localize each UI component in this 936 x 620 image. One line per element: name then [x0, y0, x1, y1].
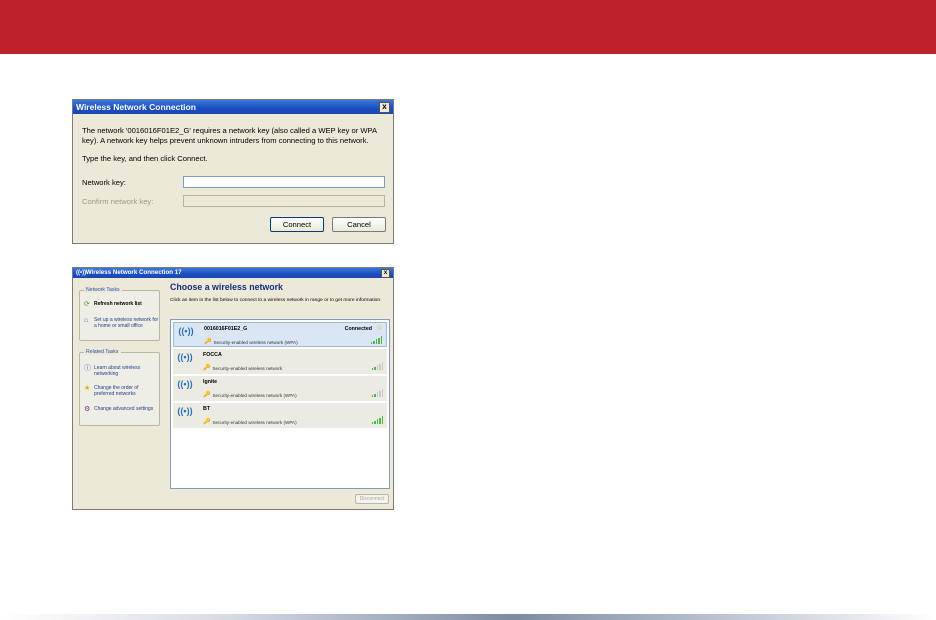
top-banner — [0, 0, 936, 54]
network-key-dialog-titlebar: Wireless Network Connection x — [73, 100, 393, 114]
task-label: Change the order of preferred networks — [94, 385, 139, 397]
cancel-button[interactable]: Cancel — [332, 217, 386, 232]
confirm-key-label: Confirm network key: — [82, 197, 154, 206]
star-icon: ☆ — [375, 323, 383, 332]
network-item[interactable]: ((•)) BT 🔑 Security-enabled wireless netw… — [173, 403, 387, 428]
security-label: Security-enabled wireless network — [212, 365, 283, 371]
task-label: Refresh network list — [94, 301, 142, 307]
security-info: 🔑 Security-enabled wireless network (WPA) — [203, 392, 297, 398]
related-tasks-pane: Related Tasks ⓘ Learn about wireless net… — [79, 349, 160, 426]
connect-button[interactable]: Connect — [270, 217, 324, 232]
signal-strength — [371, 416, 383, 424]
network-name: BT — [203, 406, 211, 412]
wireless-antenna-icon: ((•)) — [177, 379, 193, 389]
wireless-antenna-icon: ((•)) — [177, 406, 193, 416]
connection-status: Connected — [344, 326, 372, 332]
bottom-rule — [0, 614, 936, 620]
close-icon[interactable]: x — [381, 269, 390, 278]
main-panel: Choose a wireless network Click an item … — [170, 282, 390, 304]
close-icon[interactable]: x — [379, 102, 390, 113]
wireless-antenna-icon: ((•)) — [177, 352, 193, 362]
task-setup-wireless-network[interactable]: ⌂ Set up a wireless network for a home o… — [84, 317, 160, 329]
task-label: Set up a wireless network for a home or … — [94, 317, 159, 329]
refresh-icon: ⟳ — [84, 301, 90, 308]
task-change-order[interactable]: ★ Change the order of preferred networks — [84, 385, 160, 397]
intro-text: Click an item in the list below to conne… — [170, 298, 382, 303]
wireless-network-dialog-title: Wireless Network Connection 17 — [85, 269, 182, 276]
network-item[interactable]: ((•)) FOCCA 🔑 Security-enabled wireless n… — [173, 349, 387, 374]
signal-strength — [371, 362, 383, 370]
network-list[interactable]: ((•)) 0016016F01E2_G Connected ☆ 🔑 Securi… — [170, 319, 390, 489]
wireless-icon: ((•)) — [76, 270, 87, 276]
settings-icon: ⚙ — [84, 406, 91, 413]
network-item[interactable]: ((•)) 0016016F01E2_G Connected ☆ 🔑 Securi… — [173, 322, 387, 347]
star-icon: ★ — [84, 385, 91, 392]
setup-network-icon: ⌂ — [84, 317, 89, 324]
security-label: Security-enabled wireless network (WPA) — [212, 419, 297, 425]
network-key-instruction: Type the key, and then click Connect. — [82, 154, 208, 163]
security-info: 🔑 Security-enabled wireless network (WPA) — [204, 339, 298, 345]
security-info: 🔑 Security-enabled wireless network — [203, 365, 282, 371]
network-item[interactable]: ((•)) Ignite 🔑 Security-enabled wireless … — [173, 376, 387, 401]
disconnect-button[interactable]: Disconnect — [355, 494, 389, 504]
network-tasks-pane: Network Tasks ⟳ Refresh network list ⌂ S… — [79, 287, 160, 341]
confirm-key-input[interactable] — [183, 195, 385, 207]
wireless-antenna-icon: ((•)) — [178, 326, 194, 336]
lock-icon: 🔑 — [204, 339, 212, 345]
network-key-input[interactable] — [183, 176, 385, 188]
network-name: Ignite — [203, 379, 218, 385]
network-key-message: The network '0016016F01E2_G' requires a … — [82, 126, 377, 145]
security-label: Security-enabled wireless network (WPA) — [213, 339, 298, 345]
related-tasks-title: Related Tasks — [84, 349, 121, 355]
info-icon: ⓘ — [84, 365, 91, 372]
wireless-network-dialog: ((•)) Wireless Network Connection 17 x N… — [72, 267, 394, 510]
security-info: 🔑 Security-enabled wireless network (WPA) — [203, 419, 297, 425]
page-title: Choose a wireless network — [170, 282, 283, 292]
task-label: Change advanced settings — [94, 406, 154, 412]
task-refresh-network-list[interactable]: ⟳ Refresh network list — [84, 301, 142, 308]
signal-strength — [370, 336, 382, 344]
network-key-dialog-title: Wireless Network Connection — [76, 102, 196, 112]
network-tasks-title: Network Tasks — [84, 287, 122, 293]
task-learn-wireless[interactable]: ⓘ Learn about wireless networking — [84, 365, 160, 377]
network-name: 0016016F01E2_G — [204, 326, 248, 332]
network-name: FOCCA — [203, 352, 222, 358]
signal-strength — [371, 389, 383, 397]
security-label: Security-enabled wireless network (WPA) — [212, 392, 297, 398]
task-advanced-settings[interactable]: ⚙ Change advanced settings — [84, 406, 160, 413]
network-key-dialog: Wireless Network Connection x The networ… — [72, 99, 394, 244]
network-key-label: Network key: — [82, 178, 126, 187]
lock-icon: 🔑 — [203, 419, 211, 425]
task-label: Learn about wireless networking — [94, 365, 141, 377]
lock-icon: 🔑 — [203, 365, 211, 371]
lock-icon: 🔑 — [203, 392, 211, 398]
wireless-network-dialog-titlebar: ((•)) Wireless Network Connection 17 x — [73, 268, 393, 278]
